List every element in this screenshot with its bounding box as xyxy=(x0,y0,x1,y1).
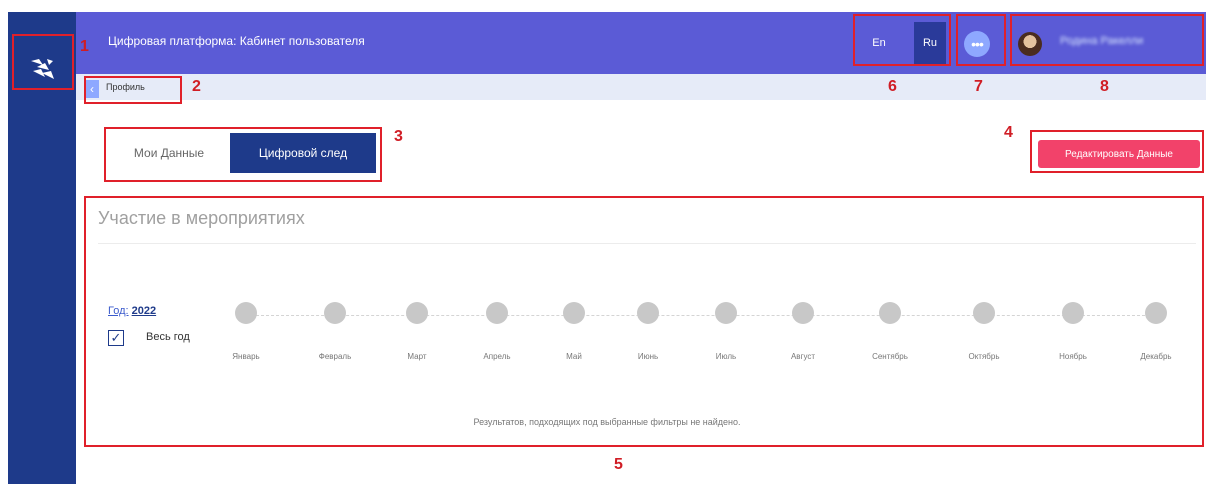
annotation-number: 7 xyxy=(974,78,983,95)
annotation-box-2 xyxy=(84,76,182,104)
annotation-box-1 xyxy=(12,34,74,90)
annotation-box-7 xyxy=(956,14,1006,66)
annotation-number: 4 xyxy=(1004,124,1013,141)
annotation-number: 8 xyxy=(1100,78,1109,95)
annotation-box-5 xyxy=(84,196,1204,447)
annotation-box-6 xyxy=(853,14,951,66)
annotation-number: 6 xyxy=(888,78,897,95)
annotation-number: 1 xyxy=(80,38,89,55)
breadcrumb: ‹ Профиль xyxy=(76,74,1206,100)
annotation-number: 5 xyxy=(614,456,623,473)
annotation-number: 2 xyxy=(192,78,201,95)
annotation-box-8 xyxy=(1010,14,1204,66)
annotation-number: 3 xyxy=(394,128,403,145)
annotation-box-4 xyxy=(1030,130,1204,173)
page: Цифровая платформа: Кабинет пользователя… xyxy=(0,0,1206,484)
app-title: Цифровая платформа: Кабинет пользователя xyxy=(108,34,365,48)
annotation-box-3 xyxy=(104,127,382,182)
